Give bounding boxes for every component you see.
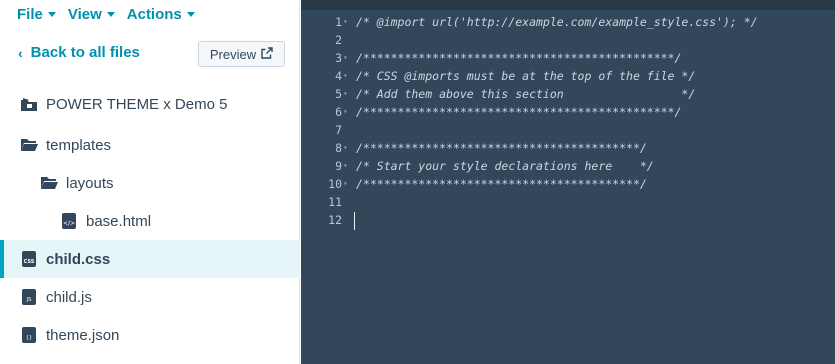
code-text: /***************************************… bbox=[356, 105, 682, 119]
folder-open-icon bbox=[40, 174, 58, 192]
code-line[interactable]: 7 bbox=[301, 121, 835, 139]
tree-item-label: POWER THEME x Demo 5 bbox=[46, 95, 228, 113]
line-number: 4 bbox=[335, 69, 342, 83]
caret-down-icon bbox=[47, 12, 56, 17]
html-file-icon: </> bbox=[60, 212, 78, 230]
file-child-css[interactable]: CSS child.css bbox=[0, 240, 300, 278]
tree-item-label: child.js bbox=[46, 288, 92, 306]
tree-item-label: theme.json bbox=[46, 326, 120, 344]
folder-open-icon bbox=[20, 136, 38, 154]
svg-text:JS: JS bbox=[25, 297, 32, 303]
file-sidebar: File View Actions ‹ Back to all files Pr… bbox=[0, 0, 300, 364]
fold-arrow-icon[interactable]: ▾ bbox=[343, 49, 348, 67]
tree-item-label: layouts bbox=[66, 174, 114, 192]
line-number: 12 bbox=[328, 213, 342, 227]
menu-bar: File View Actions bbox=[17, 4, 195, 24]
code-text: /***************************************… bbox=[356, 177, 647, 191]
fold-arrow-icon[interactable]: ▾ bbox=[343, 67, 348, 85]
view-menu-label: View bbox=[67, 5, 102, 23]
code-line[interactable]: 8 ▾ /*************************************… bbox=[301, 139, 835, 157]
caret-down-icon bbox=[186, 12, 195, 17]
back-link-label: Back to all files bbox=[30, 44, 140, 61]
actions-menu[interactable]: Actions bbox=[127, 4, 195, 24]
file-menu-label: File bbox=[17, 5, 43, 23]
code-text: /* CSS @imports must be at the top of th… bbox=[356, 69, 696, 83]
json-file-icon: {} bbox=[20, 326, 38, 344]
back-to-all-files-link[interactable]: ‹ Back to all files bbox=[18, 44, 140, 61]
editor-top-bar bbox=[301, 0, 835, 10]
tree-item-label: base.html bbox=[86, 212, 152, 230]
file-child-js[interactable]: JS child.js bbox=[0, 278, 300, 316]
folder-layouts[interactable]: layouts bbox=[0, 164, 300, 202]
external-link-icon bbox=[261, 46, 273, 62]
code-line[interactable]: 3 ▾ /*************************************… bbox=[301, 49, 835, 67]
line-number: 8 bbox=[335, 141, 342, 155]
code-line[interactable]: 5 ▾ /* Add them above this section */ bbox=[301, 85, 835, 103]
svg-text:{}: {} bbox=[26, 335, 32, 341]
view-menu[interactable]: View bbox=[68, 4, 115, 24]
code-text: /* Add them above this section */ bbox=[356, 87, 696, 101]
css-file-icon: CSS bbox=[20, 250, 38, 268]
code-line[interactable]: 1 ▾ /* @import url('http://example.com/exa… bbox=[301, 13, 835, 31]
code-line[interactable]: 11 bbox=[301, 193, 835, 211]
tree-item-label: templates bbox=[46, 136, 112, 154]
file-theme-json[interactable]: {} theme.json bbox=[0, 316, 300, 354]
actions-menu-label: Actions bbox=[126, 5, 182, 23]
code-line[interactable]: 6 ▾ /*************************************… bbox=[301, 103, 835, 121]
theme-icon bbox=[20, 95, 38, 113]
text-cursor bbox=[354, 212, 355, 230]
tree-item-label: child.css bbox=[46, 250, 111, 268]
code-line[interactable]: 12 bbox=[301, 211, 835, 229]
fold-arrow-icon[interactable]: ▾ bbox=[343, 139, 348, 157]
line-number: 10 bbox=[328, 177, 342, 191]
caret-down-icon bbox=[106, 12, 115, 17]
preview-button[interactable]: Preview bbox=[198, 41, 285, 67]
file-base-html[interactable]: </> base.html bbox=[0, 202, 300, 240]
theme-root-item[interactable]: POWER THEME x Demo 5 bbox=[0, 85, 300, 123]
svg-text:CSS: CSS bbox=[24, 259, 35, 265]
code-text: /* @import url('http://example.com/examp… bbox=[356, 15, 758, 29]
code-line[interactable]: 2 bbox=[301, 31, 835, 49]
line-number: 5 bbox=[335, 87, 342, 101]
line-number: 2 bbox=[335, 33, 342, 47]
fold-arrow-icon[interactable]: ▾ bbox=[343, 85, 348, 103]
js-file-icon: JS bbox=[20, 288, 38, 306]
code-line[interactable]: 10 ▾ /************************************… bbox=[301, 175, 835, 193]
fold-arrow-icon[interactable]: ▾ bbox=[343, 13, 348, 31]
folder-templates[interactable]: templates bbox=[0, 126, 300, 164]
code-text: /***************************************… bbox=[356, 51, 682, 65]
fold-arrow-icon[interactable]: ▾ bbox=[343, 103, 348, 121]
svg-text:</>: </> bbox=[63, 220, 75, 227]
line-number: 6 bbox=[335, 105, 342, 119]
line-number: 7 bbox=[335, 123, 342, 137]
fold-arrow-icon[interactable]: ▾ bbox=[343, 157, 348, 175]
code-text: /***************************************… bbox=[356, 141, 647, 155]
code-line[interactable]: 4 ▾ /* CSS @imports must be at the top of … bbox=[301, 67, 835, 85]
file-menu[interactable]: File bbox=[17, 4, 56, 24]
line-number: 9 bbox=[335, 159, 342, 173]
fold-arrow-icon[interactable]: ▾ bbox=[343, 175, 348, 193]
line-number: 3 bbox=[335, 51, 342, 65]
chevron-left-icon: ‹ bbox=[18, 44, 23, 61]
line-number: 11 bbox=[328, 195, 342, 209]
code-text: /* Start your style declarations here */ bbox=[356, 159, 654, 173]
code-line[interactable]: 9 ▾ /* Start your style declarations here … bbox=[301, 157, 835, 175]
line-number: 1 bbox=[335, 15, 342, 29]
preview-button-label: Preview bbox=[209, 46, 257, 62]
